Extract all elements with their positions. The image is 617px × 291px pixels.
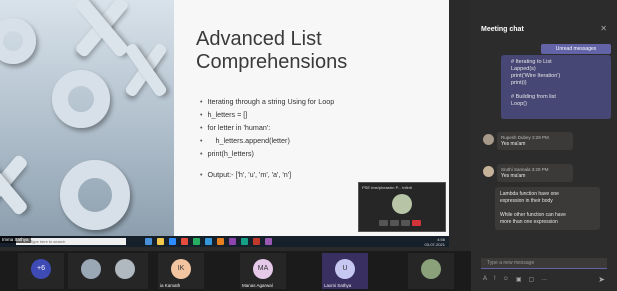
emoji-icon[interactable]: ☺	[503, 276, 509, 283]
taskbar-app-icon[interactable]	[145, 238, 152, 245]
taskbar-app-icon[interactable]	[253, 238, 260, 245]
participant-name: Manas Agarwal	[242, 283, 273, 288]
shared-content-area: Advanced List Comprehensions Iterating t…	[0, 0, 471, 251]
presentation-slide: Advanced List Comprehensions Iterating t…	[0, 0, 449, 236]
message-meta: Sruthi Sannala 3:29 PM	[501, 167, 569, 172]
taskbar-search-box[interactable]: Type here to search	[16, 238, 126, 245]
mini-video-title: PSE Ime/pheastrn P... Infinit	[362, 185, 412, 190]
meeting-chat-panel: Meeting chat ✕ # Iterating to List Lappe…	[471, 0, 617, 291]
mic-icon[interactable]	[390, 220, 399, 226]
chat-title: Meeting chat	[481, 26, 524, 33]
close-icon[interactable]: ✕	[600, 24, 607, 33]
taskbar-app-icon[interactable]	[193, 238, 200, 245]
participant-strip: +6 IK ia Kamath MA Manas Agarwal U Laxmi…	[0, 251, 471, 291]
message-meta: Rupesh Dubey 3:29 PM	[501, 135, 569, 140]
clock-date: 03-07-2021	[424, 242, 445, 247]
mini-video-avatar	[392, 194, 412, 214]
camera-icon[interactable]	[379, 220, 388, 226]
slide-bullet: Output:- ['h', 'u', 'm', 'a', 'n']	[200, 168, 445, 181]
participant-avatar: U	[335, 259, 355, 279]
message-author: Sruthi Sannala	[501, 167, 531, 172]
send-icon[interactable]: ➤	[598, 275, 605, 284]
format-icon[interactable]: A	[483, 276, 487, 283]
unread-messages-badge[interactable]: Unread messages	[541, 44, 611, 54]
participant-tile[interactable]: IK ia Kamath	[158, 253, 204, 289]
slide-bullet: print(h_letters)	[200, 147, 445, 160]
participant-avatar	[115, 259, 135, 279]
own-message-bubble: # Iterating to List Lapped(s) print('Wir…	[501, 55, 611, 119]
reply-message-text: Lambda function have one expression in t…	[500, 191, 566, 225]
taskbar-app-icon[interactable]	[205, 238, 212, 245]
taskbar-app-icon[interactable]	[265, 238, 272, 245]
participant-tile[interactable]: +6	[18, 253, 64, 289]
slide-bullet: h_letters.append(letter)	[200, 134, 445, 147]
taskbar-app-icon[interactable]	[217, 238, 224, 245]
participant-avatar: MA	[253, 259, 273, 279]
participant-tile[interactable]	[102, 253, 148, 289]
participant-name: Laxmi Sathya	[324, 283, 352, 288]
participant-avatar: IK	[171, 259, 191, 279]
message-card: Sruthi Sannala 3:29 PM Yes ma'am	[497, 164, 573, 182]
taskbar-app-icon[interactable]	[241, 238, 248, 245]
participant-avatar: +6	[31, 259, 51, 279]
slide-bullet: h_letters = []	[200, 108, 445, 121]
message-text: Yes ma'am	[501, 141, 526, 147]
message-text: Yes ma'am	[501, 173, 526, 179]
slide-decorative-image	[0, 0, 174, 236]
sticker-icon[interactable]: ▢	[529, 276, 535, 283]
own-message-text: # Iterating to List Lapped(s) print('Wir…	[511, 59, 561, 107]
reply-message-bubble: Lambda function have one expression in t…	[495, 187, 600, 230]
mini-video-controls	[379, 220, 421, 226]
share-icon[interactable]	[401, 220, 410, 226]
message-time: 3:29 PM	[532, 135, 549, 140]
participant-name: ia Kamath	[160, 283, 181, 288]
taskbar-app-icon[interactable]	[157, 238, 164, 245]
compose-toolbar: A ! ☺ ▣ ▢ …	[483, 276, 547, 283]
more-options-icon[interactable]: …	[541, 276, 547, 283]
avatar	[483, 134, 494, 145]
avatar	[483, 166, 494, 177]
message-card: Rupesh Dubey 3:29 PM Yes ma'am	[497, 132, 573, 150]
taskbar-app-icon[interactable]	[181, 238, 188, 245]
taskbar-app-icon[interactable]	[229, 238, 236, 245]
participant-avatar	[81, 259, 101, 279]
presenter-name: Imma Sathya	[0, 236, 31, 243]
taskbar-app-icons	[145, 238, 272, 245]
gif-icon[interactable]: ▣	[516, 276, 522, 283]
windows-taskbar: Type here to search 4:56 03-07-2021	[0, 236, 449, 247]
participant-avatar	[421, 259, 441, 279]
slide-title: Advanced List Comprehensions	[196, 28, 348, 73]
participant-tile[interactable]	[408, 253, 454, 289]
participant-tile-active[interactable]: U Laxmi Sathya	[322, 253, 368, 289]
hang-up-icon[interactable]	[412, 220, 421, 226]
participant-tile[interactable]: MA Manas Agarwal	[240, 253, 286, 289]
taskbar-app-icon[interactable]	[169, 238, 176, 245]
message-author: Rupesh Dubey	[501, 135, 531, 140]
slide-bullet: Iterating through a string Using for Loo…	[200, 95, 445, 108]
slide-bullet: for letter in 'human':	[200, 121, 445, 134]
attach-icon[interactable]: !	[494, 276, 496, 283]
compose-message-input[interactable]: Type a new message	[481, 258, 607, 269]
slide-bullet-list: Iterating through a string Using for Loo…	[200, 95, 445, 181]
message-time: 3:29 PM	[531, 167, 549, 172]
mini-video-window[interactable]: PSE Ime/pheastrn P... Infinit	[358, 182, 446, 232]
taskbar-clock: 4:56 03-07-2021	[425, 237, 445, 247]
